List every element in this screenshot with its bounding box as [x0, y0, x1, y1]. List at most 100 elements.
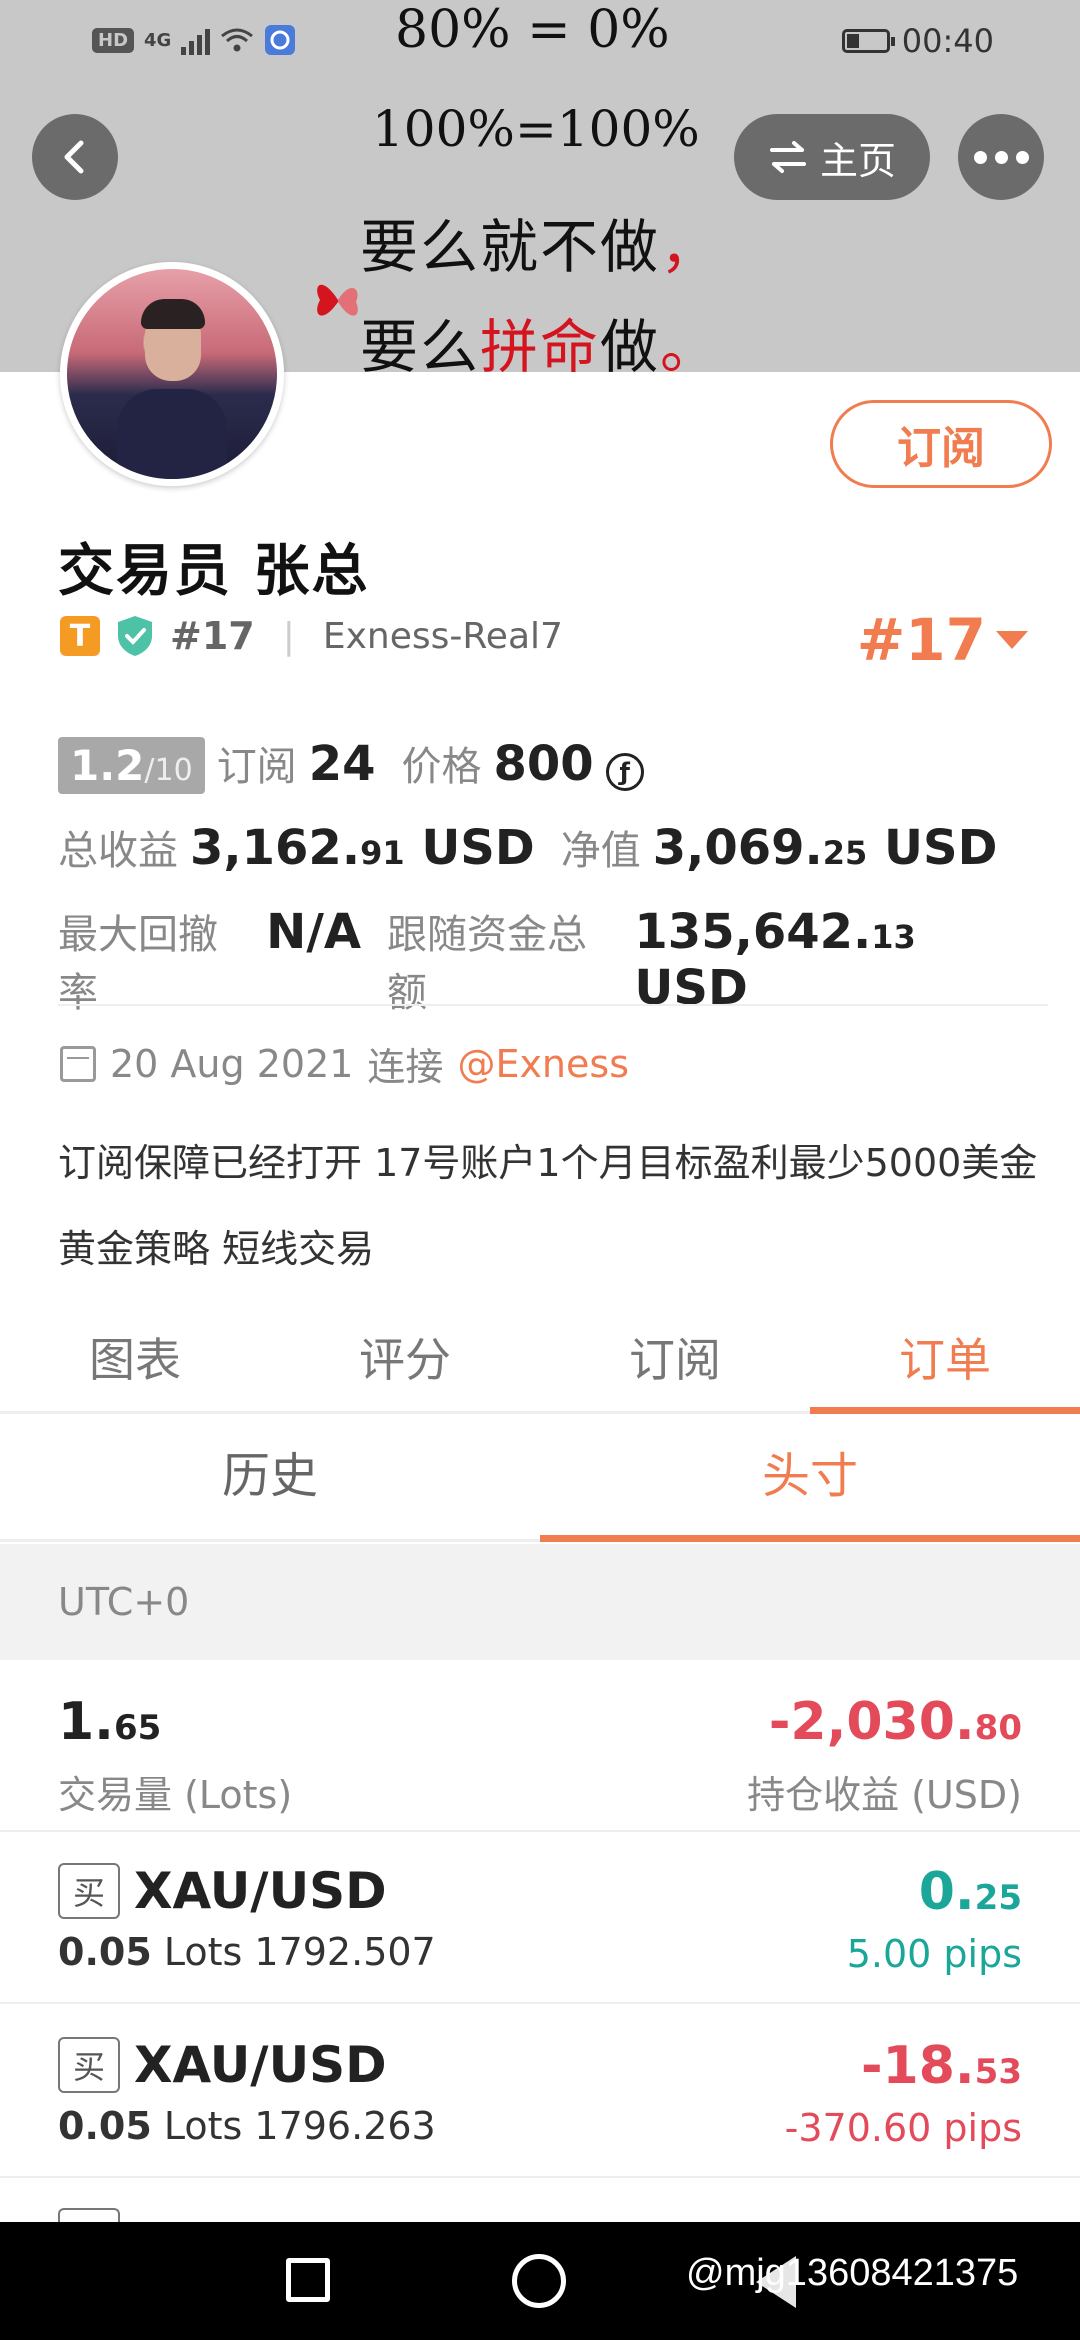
- stats-row-2: 总收益 3,162.91 USD 净值 3,069.25 USD: [58, 818, 1038, 902]
- divider: [58, 1004, 1048, 1006]
- banner-line-3-comma: ，: [660, 213, 721, 281]
- timezone-bar: UTC+0: [0, 1544, 1080, 1660]
- total-profit-dec: 91: [360, 834, 405, 872]
- floating-int: -2,030.: [768, 1692, 975, 1752]
- follow-funds-label: 跟随资金总额: [387, 912, 588, 1016]
- list-item[interactable]: 买 XAU/USD 0.05 Lots 1796.263 -18.53 -370…: [0, 2006, 1080, 2178]
- max-drawdown-label: 最大回撤率: [58, 912, 218, 1016]
- pnl-dec: 25: [974, 1878, 1022, 1918]
- hd-indicator: HD: [92, 27, 135, 53]
- trader-description: 订阅保障已经打开 17号账户1个月目标盈利最少5000美金 黄金策略 短线交易: [58, 1141, 1038, 1271]
- since-row: 20 Aug 2021 连接 @Exness: [60, 1036, 629, 1091]
- app-notification-icon: [265, 25, 296, 55]
- total-profit-value: 3,162.91 USD: [190, 820, 535, 876]
- more-dot: [994, 150, 1008, 164]
- lots-value: 0.05: [58, 1930, 152, 1974]
- equity-dec: 25: [822, 834, 868, 872]
- system-nav-bar: @mjg13608421375: [0, 2222, 1080, 2340]
- back-button[interactable]: [32, 114, 118, 200]
- home-button[interactable]: 主页: [734, 114, 930, 200]
- lots-unit: Lots: [163, 1930, 243, 1974]
- total-profit-unit: USD: [421, 820, 535, 876]
- buy-tag: 买: [58, 1863, 120, 1919]
- rating-badge: 1.2/10: [58, 737, 205, 794]
- more-dot: [1015, 150, 1029, 164]
- calendar-icon: [60, 1045, 96, 1082]
- equity-label: 净值: [560, 828, 641, 874]
- tab-subscribe[interactable]: 订阅: [540, 1310, 810, 1411]
- equity-value: 3,069.25 USD: [653, 820, 998, 876]
- follow-funds-unit: USD: [634, 960, 748, 1016]
- triangle-down-icon: [996, 631, 1028, 649]
- position-pnl: -18.53 -370.60 pips: [785, 2036, 1022, 2150]
- total-profit-label: 总收益: [58, 828, 178, 874]
- butterfly-icon: [317, 284, 358, 316]
- tab-chart[interactable]: 图表: [0, 1310, 270, 1411]
- next-list-item-peek: [58, 2208, 120, 2222]
- chevron-left-icon: [64, 140, 84, 174]
- verified-shield-icon: [118, 616, 152, 656]
- clock: 00:40: [901, 22, 994, 60]
- banner-line-2: 100%=100%: [372, 100, 700, 158]
- recent-apps-button[interactable]: [286, 2258, 330, 2302]
- floating-dec: 80: [974, 1708, 1022, 1748]
- position-info: 买 XAU/USD 0.05 Lots 1792.507: [58, 1862, 436, 1974]
- position-info: 买 XAU/USD 0.05 Lots 1796.263: [58, 2036, 436, 2148]
- stats-row-3: 最大回撤率 N/A 跟随资金总额 135,642.13 USD: [58, 902, 1038, 1016]
- subscribers-label: 订阅: [216, 744, 297, 790]
- coin-icon: ƒ: [605, 753, 644, 791]
- pnl-int: -18.: [860, 2036, 975, 2096]
- subscribe-button[interactable]: 订阅: [830, 400, 1052, 488]
- pnl-value: 0.25: [847, 1862, 1022, 1922]
- network-type: 4G: [144, 29, 172, 51]
- equity-int: 3,069.: [652, 820, 823, 876]
- position-symbol-line: 买 XAU/USD: [58, 2036, 436, 2094]
- open-price: 1796.263: [254, 2104, 436, 2148]
- buy-tag: 买: [58, 2037, 120, 2093]
- broker-link[interactable]: @Exness: [457, 1042, 629, 1086]
- tab-orders[interactable]: 订单: [810, 1310, 1080, 1414]
- tab-rating[interactable]: 评分: [270, 1310, 540, 1411]
- pnl-value: -18.53: [785, 2036, 1022, 2096]
- stats-row-1: 1.2/10 订阅 24 价格 800 ƒ: [58, 734, 1038, 818]
- account-name: Exness-Real7: [322, 615, 563, 657]
- pnl-int: 0.: [918, 1862, 975, 1922]
- subtab-positions[interactable]: 头寸: [540, 1414, 1080, 1542]
- since-connected-label: 连接: [367, 1045, 444, 1089]
- signal-icon: [181, 25, 211, 55]
- avatar-suit: [117, 389, 227, 479]
- status-right: 00:40: [841, 22, 994, 60]
- rank-dropdown-label: #17: [856, 606, 986, 674]
- banner-line-4-d: 。: [660, 313, 721, 372]
- pips-value: 5.00 pips: [846, 1932, 1022, 1976]
- stats-panel: 1.2/10 订阅 24 价格 800 ƒ 总收益 3,162.91 USD 净…: [58, 734, 1038, 1016]
- more-button[interactable]: [958, 114, 1044, 200]
- max-drawdown-value: N/A: [266, 904, 362, 960]
- total-profit-int: 3,162.: [190, 820, 361, 876]
- separator: |: [282, 615, 295, 657]
- subtab-history[interactable]: 历史: [0, 1414, 540, 1539]
- subscribers-value: 24: [308, 736, 376, 792]
- home-nav-button[interactable]: [512, 2254, 566, 2308]
- floating-summary: -2,030.80 持仓收益 (USD): [747, 1692, 1022, 1819]
- price-value: 800: [493, 736, 594, 792]
- since-date: 20 Aug 2021: [110, 1041, 354, 1086]
- status-left: HD 4G: [92, 24, 296, 56]
- rank-dropdown[interactable]: #17: [857, 606, 1028, 674]
- list-item[interactable]: 买 XAU/USD 0.05 Lots 1792.507 0.25 5.00 p…: [0, 1832, 1080, 2004]
- banner-line-4-b: 拼命: [480, 313, 601, 372]
- position-lots: 0.05 Lots 1796.263: [58, 2104, 436, 2148]
- banner-line-4: 要么拼命做。: [360, 300, 720, 372]
- positions-summary: 1.65 交易量 (Lots) -2,030.80 持仓收益 (USD): [0, 1660, 1080, 1832]
- home-button-label: 主页: [819, 138, 896, 183]
- open-price: 1792.507: [254, 1930, 436, 1974]
- pips-value: -370.60 pips: [784, 2106, 1022, 2150]
- follow-funds-dec: 13: [871, 918, 916, 956]
- position-symbol: XAU/USD: [134, 1862, 387, 1920]
- volume-value: 1.65: [58, 1692, 292, 1752]
- rank-label: #17: [170, 614, 255, 658]
- trader-meta: T #17 | Exness-Real7: [60, 614, 563, 658]
- position-pnl: 0.25 5.00 pips: [847, 1862, 1022, 1976]
- avatar[interactable]: [60, 262, 284, 486]
- volume-label: 交易量 (Lots): [58, 1773, 293, 1817]
